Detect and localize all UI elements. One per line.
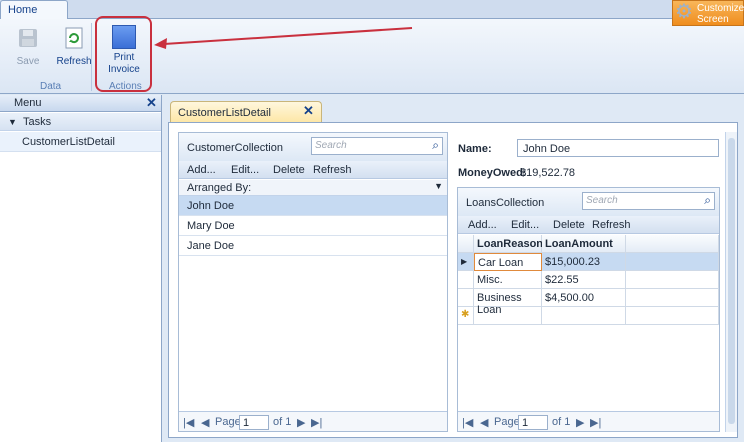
search-icon[interactable]: ⌕ [704,193,711,208]
group-label-data: Data [40,81,62,92]
gear-icon: ⚙ [675,1,693,23]
page-number-input[interactable]: 1 [518,415,548,430]
add-button[interactable]: Add... [468,219,497,231]
refresh-icon [65,27,83,49]
prev-page-icon[interactable]: ◀ [480,416,488,429]
screen-tab-label: CustomerListDetail [178,107,271,119]
customer-pager: |◀ ◀ Page 1 of 1 ▶ ▶| [179,411,447,431]
save-icon [19,29,37,47]
ribbon-group-divider [91,23,92,91]
table-cell-filler [626,253,719,271]
column-header-loan-amount[interactable]: LoanAmount [542,235,626,253]
arranged-by-bar[interactable]: Arranged By: ▼ [179,180,447,196]
list-item[interactable]: John Doe [179,196,447,216]
panel-title: LoansCollection [466,197,545,209]
collapse-icon: ▼ [8,117,17,127]
menu-item-customer-list-detail[interactable]: CustomerListDetail [0,132,161,152]
money-owed-value: $19,522.78 [520,167,576,179]
table-cell[interactable]: $15,000.23 [542,253,626,271]
table-cell[interactable]: $22.55 [542,271,626,289]
delete-button[interactable]: Delete [273,164,305,176]
close-icon[interactable]: ✕ [146,95,157,111]
row-header [458,289,474,307]
first-page-icon[interactable]: |◀ [462,416,473,429]
print-invoice-highlight [95,16,152,92]
customer-search-input[interactable]: Search ⌕ [311,137,443,155]
loans-pager: |◀ ◀ Page 1 of 1 ▶ ▶| [458,411,719,431]
delete-button[interactable]: Delete [553,219,585,231]
customer-toolbar: Add... Edit... Delete Refresh [179,161,447,179]
search-icon[interactable]: ⌕ [432,138,439,153]
page-label: Page [215,416,241,428]
column-header-filler [626,235,719,253]
chevron-down-icon: ▼ [434,181,443,191]
annotation-arrow [154,27,413,49]
save-label: Save [16,56,40,67]
save-button[interactable]: Save [10,27,46,68]
page-count: of 1 [273,416,292,428]
new-row-icon[interactable]: ✱ [458,307,474,325]
next-page-icon[interactable]: ▶ [576,416,584,429]
customer-collection-panel: CustomerCollection Search ⌕ Add... Edit..… [178,132,448,432]
tasks-group[interactable]: ▼ Tasks [0,113,161,131]
panel-title: CustomerCollection [187,142,283,154]
name-label: Name: [458,143,492,155]
table-cell[interactable]: $4,500.00 [542,289,626,307]
edit-button[interactable]: Edit... [511,219,539,231]
first-page-icon[interactable]: |◀ [183,416,194,429]
column-header-loan-reason[interactable]: LoanReason [474,235,543,253]
menu-title: Menu [14,97,42,109]
table-cell-filler [626,307,719,325]
table-cell-filler [626,289,719,307]
table-cell[interactable]: Misc. [474,271,542,289]
edit-button[interactable]: Edit... [231,164,259,176]
row-header [458,271,474,289]
last-page-icon[interactable]: ▶| [311,416,322,429]
search-placeholder: Search [586,195,618,206]
list-item[interactable]: Mary Doe [179,216,447,236]
refresh-button[interactable]: Refresh [54,27,94,68]
name-field[interactable]: John Doe [517,139,719,157]
page-label: Page [494,416,520,428]
add-button[interactable]: Add... [187,164,216,176]
scrollbar-thumb[interactable] [728,138,735,424]
last-page-icon[interactable]: ▶| [590,416,601,429]
page-count: of 1 [552,416,571,428]
screen-body: CustomerCollection Search ⌕ Add... Edit..… [168,122,738,438]
money-owed-label: MoneyOwed: [458,167,527,179]
row-header-corner [458,235,474,253]
prev-page-icon[interactable]: ◀ [201,416,209,429]
list-item[interactable]: Jane Doe [179,236,447,256]
refresh-label: Refresh [56,56,92,67]
tab-home[interactable]: Home [0,0,68,19]
next-page-icon[interactable]: ▶ [297,416,305,429]
tab-customer-list-detail[interactable]: CustomerListDetail [170,101,322,123]
vertical-scrollbar[interactable] [725,132,737,432]
new-row-cell[interactable] [474,307,542,325]
arranged-by-label: Arranged By: [187,182,252,194]
new-row-cell[interactable] [542,307,626,325]
current-row-indicator: ▶ [458,253,474,271]
loans-toolbar: Add... Edit... Delete Refresh [458,216,719,234]
close-icon[interactable]: ✕ [303,103,314,119]
loans-collection-panel: LoansCollection Search ⌕ Add... Edit... D… [457,187,720,432]
search-placeholder: Search [315,140,347,151]
table-cell[interactable]: Business Loan [474,289,542,316]
loans-search-input[interactable]: Search ⌕ [582,192,715,210]
refresh-button[interactable]: Refresh [592,219,631,231]
table-cell[interactable]: Car Loan [474,253,542,271]
refresh-button[interactable]: Refresh [313,164,352,176]
page-number-input[interactable]: 1 [239,415,269,430]
table-cell-filler [626,271,719,289]
menu-header: Menu [0,95,161,112]
tasks-label: Tasks [23,116,52,128]
navigation-menu: Menu ✕ ▼ Tasks CustomerListDetail [0,95,162,442]
